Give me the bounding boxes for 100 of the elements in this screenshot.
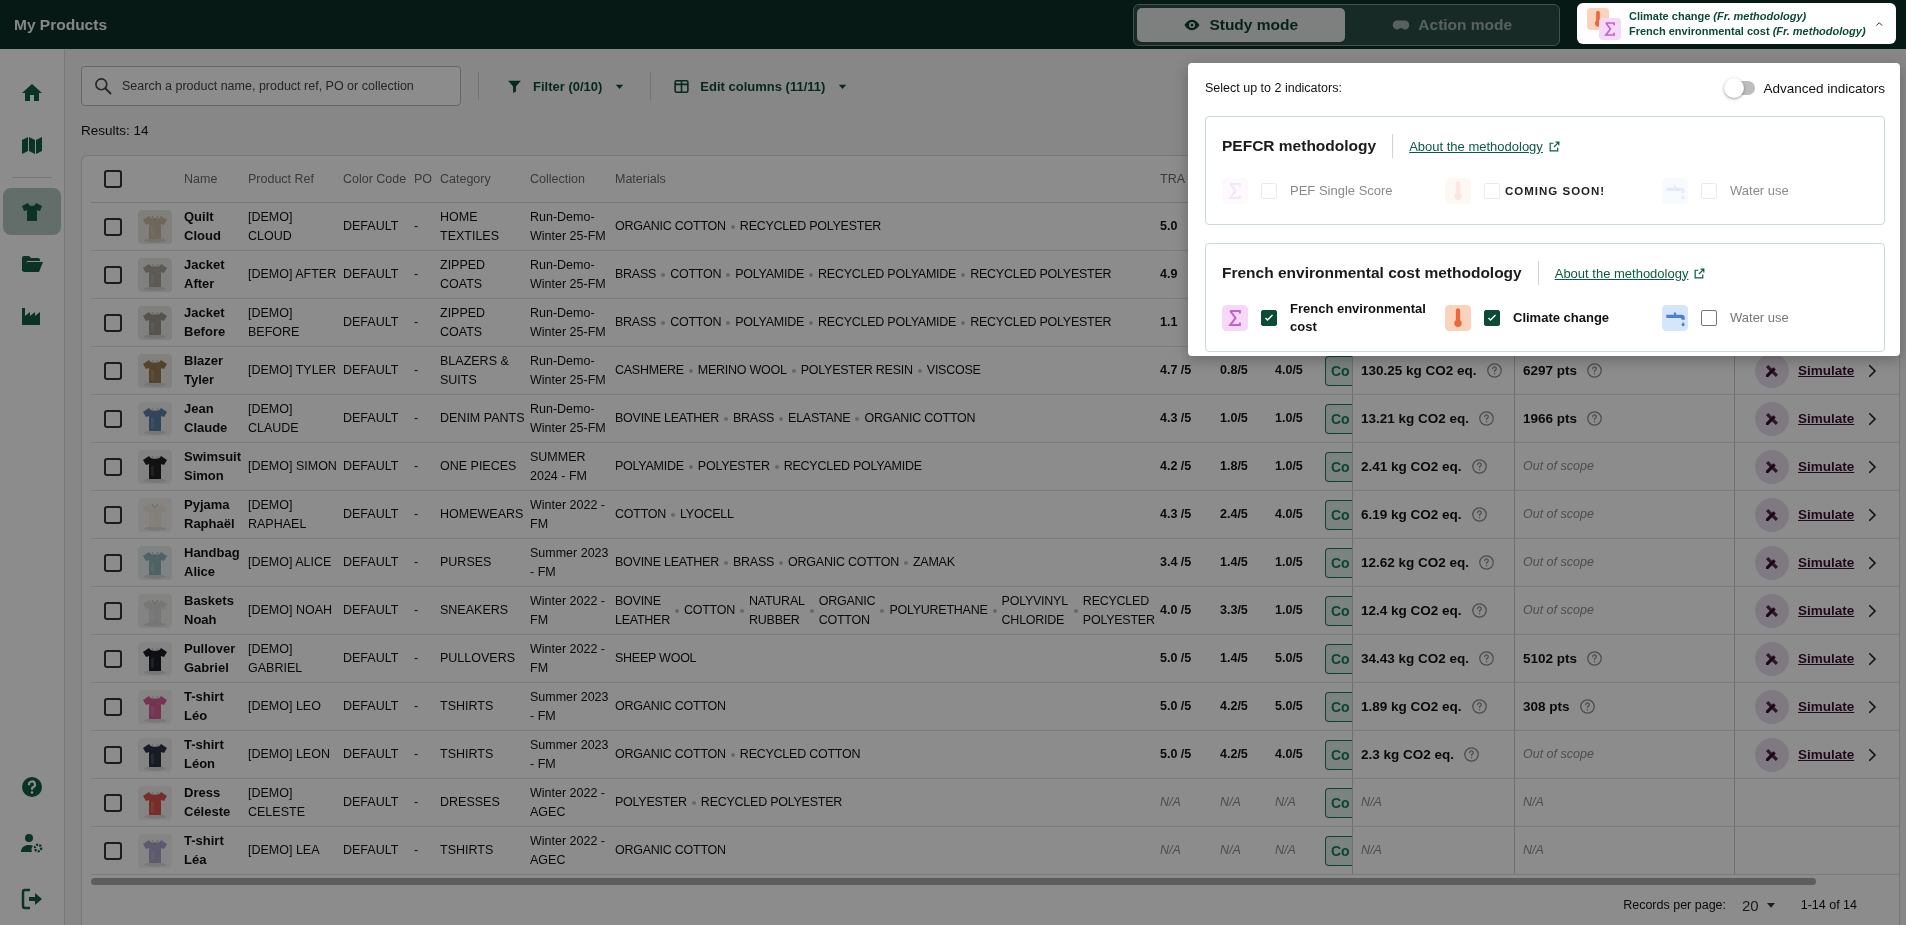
help-icon[interactable] xyxy=(20,774,44,799)
sidebar-item[interactable] xyxy=(3,188,61,235)
compare-button[interactable]: Co xyxy=(1325,739,1352,770)
simulate-link[interactable]: Simulate xyxy=(1798,696,1855,717)
checkbox[interactable] xyxy=(104,361,122,380)
material-tag: BRASS xyxy=(732,409,775,428)
product-name[interactable]: Quilt Cloud xyxy=(184,207,243,246)
help-icon[interactable] xyxy=(1478,650,1496,667)
checkbox[interactable] xyxy=(104,601,122,620)
mode-tab[interactable]: Study mode xyxy=(1137,7,1345,42)
help-icon[interactable] xyxy=(1470,602,1488,619)
thermometer-icon xyxy=(1445,305,1471,331)
column-header[interactable]: TRA xyxy=(1160,169,1185,189)
product-name[interactable]: Handbag Alice xyxy=(184,543,243,582)
product-name[interactable]: Dress Céleste xyxy=(184,783,243,822)
material-tag: ORGANIC COTTON xyxy=(615,841,726,860)
column-header[interactable]: Category xyxy=(440,169,491,189)
methodology-link[interactable]: About the methodology xyxy=(1409,138,1561,154)
simulate-link[interactable]: Simulate xyxy=(1798,360,1855,381)
column-header[interactable]: Color Code xyxy=(343,169,407,189)
simulate-link[interactable]: Simulate xyxy=(1798,552,1855,573)
compare-button[interactable]: Co xyxy=(1325,499,1352,530)
checkbox[interactable] xyxy=(1261,310,1277,326)
methodology-link[interactable]: About the methodology xyxy=(1554,265,1707,281)
simulate-link[interactable]: Simulate xyxy=(1798,504,1855,525)
checkbox[interactable] xyxy=(104,649,122,668)
checkbox[interactable] xyxy=(104,313,122,332)
product-name[interactable]: Jacket Before xyxy=(184,303,243,342)
product-name[interactable]: Swimsuit Simon xyxy=(184,447,243,486)
checkbox[interactable] xyxy=(104,793,122,812)
checkbox[interactable] xyxy=(1701,310,1717,326)
indicator-label[interactable]: Climate change xyxy=(1513,309,1653,327)
product-name[interactable]: Baskets Noah xyxy=(184,591,243,630)
logout-icon[interactable] xyxy=(20,886,44,911)
material-tag: SHEEP WOOL xyxy=(615,649,697,668)
color-code: DEFAULT xyxy=(343,266,399,284)
checkbox[interactable] xyxy=(104,170,122,188)
score-text: 5.0/5 xyxy=(1275,698,1303,716)
compare-button[interactable]: Co xyxy=(1325,787,1352,818)
search-field[interactable]: Search a product name, product ref, PO or collection xyxy=(81,66,461,106)
column-header[interactable]: Product Ref xyxy=(248,169,314,189)
toggle-switch[interactable] xyxy=(1724,78,1757,98)
score-text: 4.0 /5 xyxy=(1160,602,1192,620)
edit-columns-button[interactable]: Edit columns (11/11) xyxy=(673,77,851,95)
product-ref: [DEMO] CELESTE xyxy=(248,785,306,821)
product-name[interactable]: Jean Claude xyxy=(184,399,243,438)
help-icon[interactable] xyxy=(1586,362,1604,379)
help-icon[interactable] xyxy=(1470,698,1488,715)
checkbox[interactable] xyxy=(104,697,122,716)
indicator-label[interactable]: Water use xyxy=(1730,309,1870,327)
help-icon[interactable] xyxy=(1485,362,1503,379)
page-title: My Products xyxy=(14,15,107,34)
compare-button[interactable]: Co xyxy=(1325,355,1352,386)
section-title: PEFCR methodology xyxy=(1222,137,1377,155)
per-page-dropdown[interactable]: 20 xyxy=(1742,896,1785,914)
product-name[interactable]: T-shirt Léo xyxy=(184,687,243,726)
filter-button[interactable]: Filter (0/10) xyxy=(506,77,628,95)
indicator-label[interactable]: French environmental cost xyxy=(1290,300,1430,336)
compare-button[interactable]: Co xyxy=(1325,547,1352,578)
simulate-link[interactable]: Simulate xyxy=(1798,456,1855,477)
compare-button[interactable]: Co xyxy=(1325,451,1352,482)
checkbox[interactable] xyxy=(1484,310,1500,326)
help-icon[interactable] xyxy=(1478,554,1496,571)
simulate-link[interactable]: Simulate xyxy=(1798,408,1855,429)
pencil-ruler-icon[interactable] xyxy=(1755,353,1789,388)
product-name[interactable]: Pullover Gabriel xyxy=(184,639,243,678)
column-header[interactable]: Materials xyxy=(615,169,666,189)
compare-button[interactable]: Co xyxy=(1325,835,1352,866)
simulate-link[interactable]: Simulate xyxy=(1798,648,1855,669)
help-icon[interactable] xyxy=(1478,410,1496,427)
checkbox[interactable] xyxy=(104,265,122,284)
product-name[interactable]: Jacket After xyxy=(184,255,243,294)
product-name[interactable]: T-shirt Léon xyxy=(184,735,243,774)
column-header[interactable]: Collection xyxy=(530,169,585,189)
help-icon[interactable] xyxy=(1470,506,1488,523)
help-icon[interactable] xyxy=(1586,650,1604,667)
checkbox[interactable] xyxy=(104,409,122,428)
simulate-link[interactable]: Simulate xyxy=(1798,744,1855,765)
help-icon[interactable] xyxy=(1470,458,1488,475)
checkbox[interactable] xyxy=(104,745,122,764)
help-icon[interactable] xyxy=(1463,746,1481,763)
help-icon[interactable] xyxy=(1586,410,1604,427)
simulate-link[interactable]: Simulate xyxy=(1798,600,1855,621)
help-icon[interactable] xyxy=(1578,698,1596,715)
checkbox[interactable] xyxy=(104,217,122,236)
product-name[interactable]: Pyjama Raphaël xyxy=(184,495,243,534)
compare-button[interactable]: Co xyxy=(1325,643,1352,674)
compare-button[interactable]: Co xyxy=(1325,403,1352,434)
scrollbar[interactable] xyxy=(91,878,1816,885)
checkbox[interactable] xyxy=(104,505,122,524)
product-name[interactable]: T-shirt Léa xyxy=(184,831,243,870)
checkbox[interactable] xyxy=(104,457,122,476)
page-range: 1-14 of 14 xyxy=(1800,898,1857,912)
product-name[interactable]: Blazer Tyler xyxy=(184,351,243,390)
checkbox[interactable] xyxy=(104,841,122,860)
column-header[interactable]: Name xyxy=(184,169,218,189)
compare-button[interactable]: Co xyxy=(1325,691,1352,722)
compare-button[interactable]: Co xyxy=(1325,595,1352,626)
column-header[interactable]: PO xyxy=(414,169,433,189)
checkbox[interactable] xyxy=(104,553,122,572)
